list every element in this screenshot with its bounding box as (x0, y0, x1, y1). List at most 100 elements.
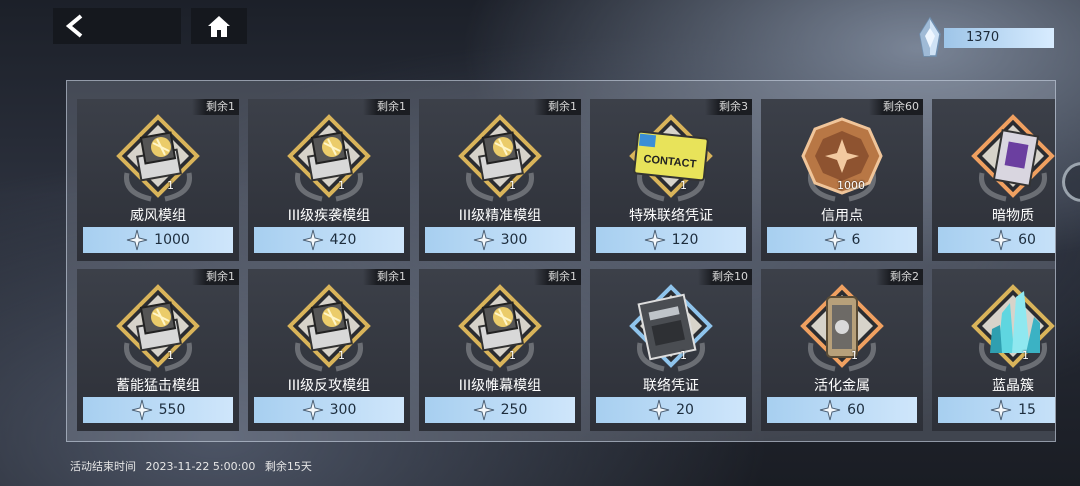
price-button[interactable]: 120 (596, 227, 746, 253)
blue-crystal-icon (971, 284, 1055, 372)
item-quantity: 1 (851, 349, 858, 362)
price-button[interactable]: 15 (938, 397, 1055, 423)
price-value: 250 (500, 402, 528, 418)
item-icon-frame (968, 113, 1055, 203)
item-icon-frame: 1 (455, 113, 545, 203)
event-end-datetime: 2023-11-22 5:00:00 (145, 460, 256, 473)
contact-card-icon: CONTACT (629, 114, 713, 202)
module-icon (458, 114, 542, 202)
shop-item-card[interactable]: 剩余1 1 III级精准模组 300 (419, 99, 581, 261)
star-crystal-icon (473, 399, 494, 421)
price-value: 550 (158, 402, 186, 418)
currency-display: 1370 (908, 16, 1054, 60)
item-name: 蓝晶簇 (992, 378, 1034, 394)
item-name: 蓄能猛击模组 (116, 378, 200, 394)
shop-panel: 剩余1 1 威风模组 1000 剩余1 1 III级疾袭模组 420 剩余1 1 III级精准模组 3… (66, 80, 1056, 442)
item-icon-frame: 1 (626, 283, 716, 373)
item-quantity: 1 (167, 349, 174, 362)
item-name: 信用点 (821, 208, 863, 224)
item-icon-frame: 1 (797, 283, 887, 373)
item-icon-frame: 1 (113, 113, 203, 203)
item-quantity: 1 (167, 179, 174, 192)
item-name: 特殊联络凭证 (629, 208, 713, 224)
star-crystal-icon (131, 399, 152, 421)
activated-metal-icon (800, 284, 884, 372)
star-crystal-icon (302, 399, 323, 421)
price-button[interactable]: 60 (938, 227, 1055, 253)
item-name: III级疾袭模组 (287, 208, 371, 224)
star-crystal-icon (819, 399, 841, 421)
item-name: III级反攻模组 (287, 378, 371, 394)
back-button[interactable] (53, 8, 181, 44)
module-icon (116, 114, 200, 202)
currency-amount: 1370 (944, 28, 1054, 48)
contact-pass-icon (629, 284, 713, 372)
side-scroll-button[interactable] (1062, 162, 1080, 202)
item-quantity: 1 (338, 349, 345, 362)
item-icon-frame: 1 (968, 283, 1055, 373)
shop-item-card[interactable]: 剩余10 1 联络凭证 20 (590, 269, 752, 431)
event-remaining: 剩余15天 (264, 460, 312, 473)
star-crystal-icon (127, 229, 148, 251)
price-value: 300 (500, 232, 528, 248)
price-button[interactable]: 550 (83, 397, 233, 423)
module-icon (116, 284, 200, 372)
item-icon-frame: CONTACT 1 (626, 113, 716, 203)
price-button[interactable]: 420 (254, 227, 404, 253)
item-icon-frame: 1000 (797, 113, 887, 203)
shop-item-card[interactable]: 暗物质 60 (932, 99, 1055, 261)
item-quantity: 1 (338, 179, 345, 192)
shop-item-card[interactable]: 剩余3 CONTACT 1 特殊联络凭证 120 (590, 99, 752, 261)
item-name: 活化金属 (814, 378, 870, 394)
price-value: 120 (671, 232, 699, 248)
price-value: 15 (1018, 402, 1036, 418)
item-name: 联络凭证 (643, 378, 699, 394)
module-icon (287, 114, 371, 202)
price-button[interactable]: 250 (425, 397, 575, 423)
price-button[interactable]: 6 (767, 227, 917, 253)
module-icon (458, 284, 542, 372)
item-quantity: 1 (1022, 349, 1029, 362)
chevron-left-icon (65, 14, 83, 38)
item-quantity: 1 (680, 179, 687, 192)
price-button[interactable]: 60 (767, 397, 917, 423)
price-value: 60 (847, 402, 865, 418)
module-icon (287, 284, 371, 372)
price-button[interactable]: 300 (425, 227, 575, 253)
shop-item-card[interactable]: 剩余2 1 活化金属 60 (761, 269, 923, 431)
price-value: 1000 (154, 232, 190, 248)
item-icon-frame: 1 (113, 283, 203, 373)
dark-matter-icon (971, 114, 1055, 202)
star-crystal-icon (648, 399, 670, 421)
event-end-info: 活动结束时间 2023-11-22 5:00:00 剩余15天 (70, 458, 312, 474)
shop-item-card[interactable]: 剩余60 1000 信用点 6 (761, 99, 923, 261)
home-button[interactable] (191, 8, 247, 44)
crystal-icon (919, 16, 941, 57)
price-value: 300 (329, 402, 357, 418)
item-quantity: 1 (509, 349, 516, 362)
item-name: III级精准模组 (458, 208, 542, 224)
price-value: 20 (676, 402, 694, 418)
shop-item-card[interactable]: 1 蓝晶簇 15 (932, 269, 1055, 431)
shop-item-card[interactable]: 剩余1 1 威风模组 1000 (77, 99, 239, 261)
price-value: 420 (329, 232, 357, 248)
item-icon-frame: 1 (284, 113, 374, 203)
item-name: 威风模组 (130, 208, 186, 224)
event-end-label: 活动结束时间 (70, 460, 136, 473)
shop-item-card[interactable]: 剩余1 1 蓄能猛击模组 550 (77, 269, 239, 431)
price-value: 6 (851, 232, 861, 248)
star-crystal-icon (473, 229, 494, 251)
shop-item-card[interactable]: 剩余1 1 III级疾袭模组 420 (248, 99, 410, 261)
item-icon-frame: 1 (455, 283, 545, 373)
shop-item-card[interactable]: 剩余1 1 III级反攻模组 300 (248, 269, 410, 431)
item-quantity: 1 (509, 179, 516, 192)
price-button[interactable]: 300 (254, 397, 404, 423)
price-button[interactable]: 1000 (83, 227, 233, 253)
shop-item-card[interactable]: 剩余1 1 III级帷幕模组 250 (419, 269, 581, 431)
star-crystal-icon (824, 229, 845, 251)
item-name: III级帷幕模组 (458, 378, 542, 394)
star-crystal-icon (644, 229, 665, 251)
home-icon (208, 16, 230, 37)
price-button[interactable]: 20 (596, 397, 746, 423)
price-value: 60 (1018, 232, 1036, 248)
